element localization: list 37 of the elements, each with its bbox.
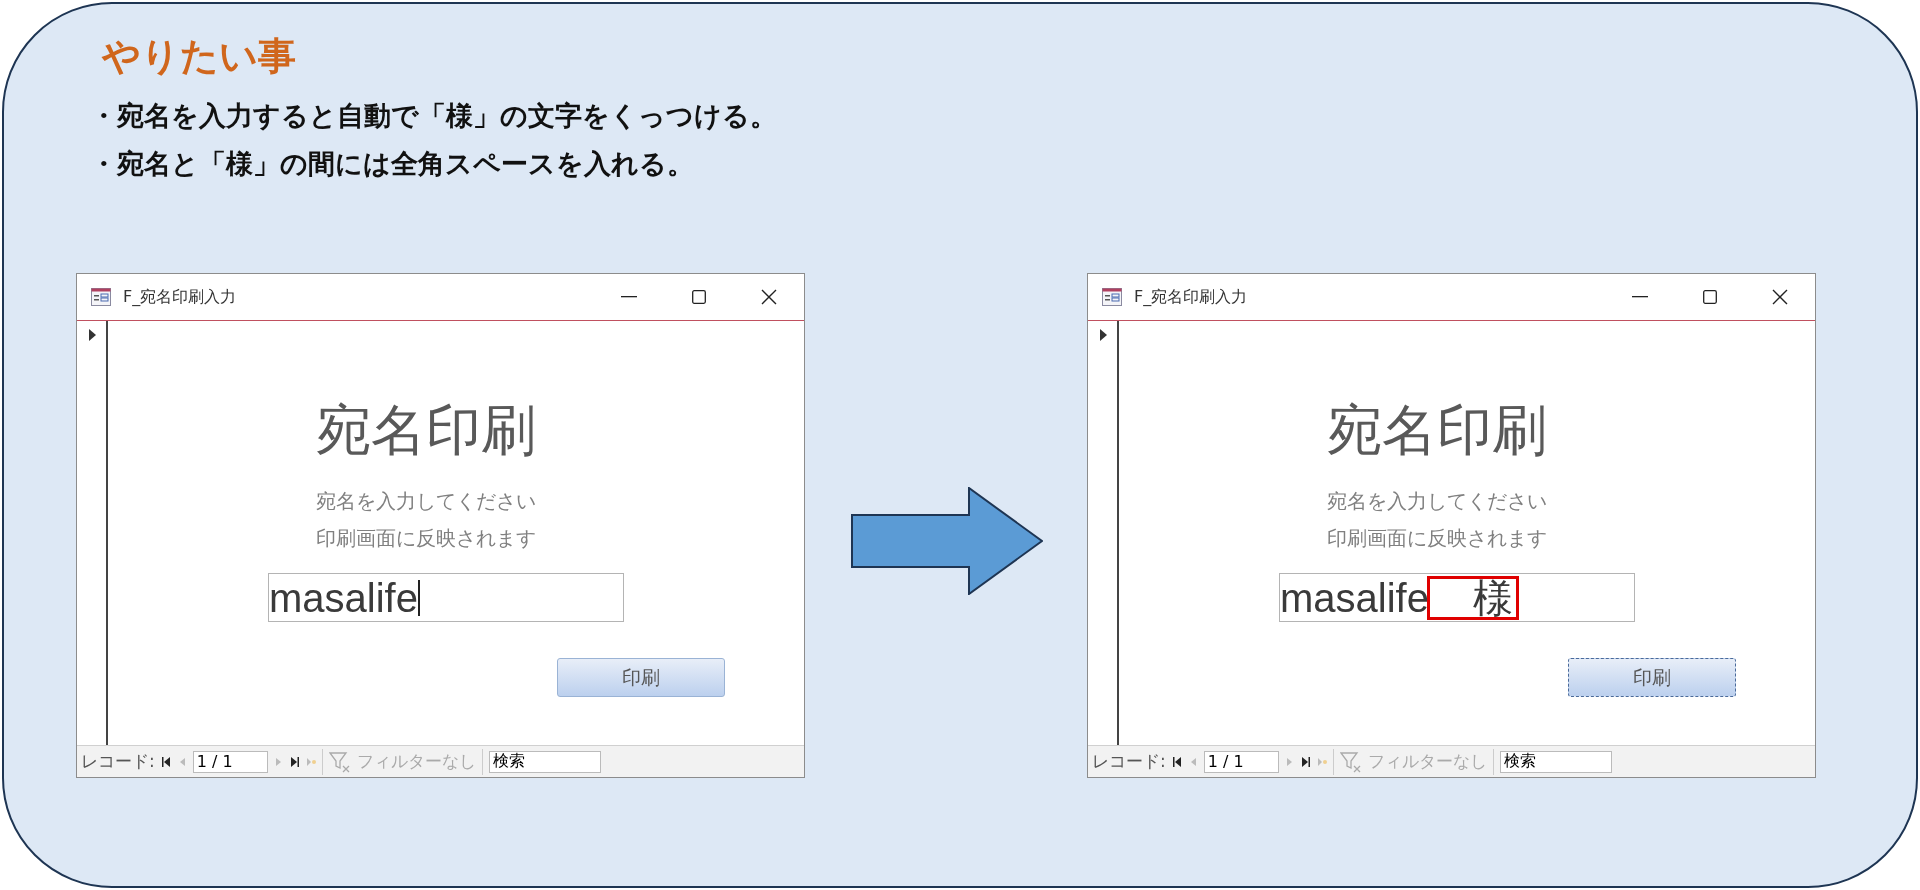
minimize-icon[interactable]: [1632, 296, 1648, 298]
close-icon[interactable]: [761, 289, 777, 305]
instruction-text: 宛名を入力してください: [316, 489, 536, 513]
record-selector-icon: [1100, 329, 1107, 341]
print-button[interactable]: 印刷: [1568, 658, 1736, 697]
window-title: F_宛名印刷入力: [123, 286, 238, 308]
form-icon: [1102, 288, 1122, 306]
bullet-text: ・宛名と「様」の間には全角スペースを入れる。: [90, 148, 694, 179]
search-field[interactable]: 検索: [1499, 750, 1612, 773]
form-icon: [91, 288, 111, 306]
maximize-icon[interactable]: [1703, 290, 1717, 304]
window-title: F_宛名印刷入力: [1134, 286, 1249, 308]
instruction-text: 宛名を入力してください: [1327, 489, 1547, 513]
close-icon[interactable]: [1772, 289, 1788, 305]
record-number-field[interactable]: 1 / 1: [1203, 750, 1279, 773]
minimize-icon[interactable]: [621, 296, 637, 298]
print-button[interactable]: 印刷: [557, 658, 725, 697]
first-record-icon[interactable]: [1171, 755, 1182, 768]
record-label: レコード:: [1092, 750, 1166, 773]
form-heading: 宛名印刷: [1326, 401, 1548, 459]
instruction-text: 印刷画面に反映されます: [1327, 526, 1547, 550]
highlight-box: 様: [1428, 577, 1517, 618]
form-heading: 宛名印刷: [315, 401, 537, 459]
instruction-text: 印刷画面に反映されます: [316, 526, 536, 550]
right-arrow-icon: [851, 487, 1043, 595]
last-record-icon[interactable]: [289, 755, 300, 768]
address-field[interactable]: masalife: [268, 573, 624, 622]
record-selector-icon: [89, 329, 96, 341]
record-label: レコード:: [81, 750, 155, 773]
first-record-icon[interactable]: [160, 755, 171, 768]
address-field[interactable]: masalife 様: [1279, 573, 1635, 622]
last-record-icon[interactable]: [1300, 755, 1311, 768]
search-field[interactable]: 検索: [488, 750, 601, 773]
bullet-text: ・宛名を入力すると自動で「様」の文字をくっつける。: [90, 100, 777, 131]
maximize-icon[interactable]: [692, 290, 706, 304]
section-heading: やりたい事: [102, 34, 297, 78]
record-number-field[interactable]: 1 / 1: [192, 750, 268, 773]
